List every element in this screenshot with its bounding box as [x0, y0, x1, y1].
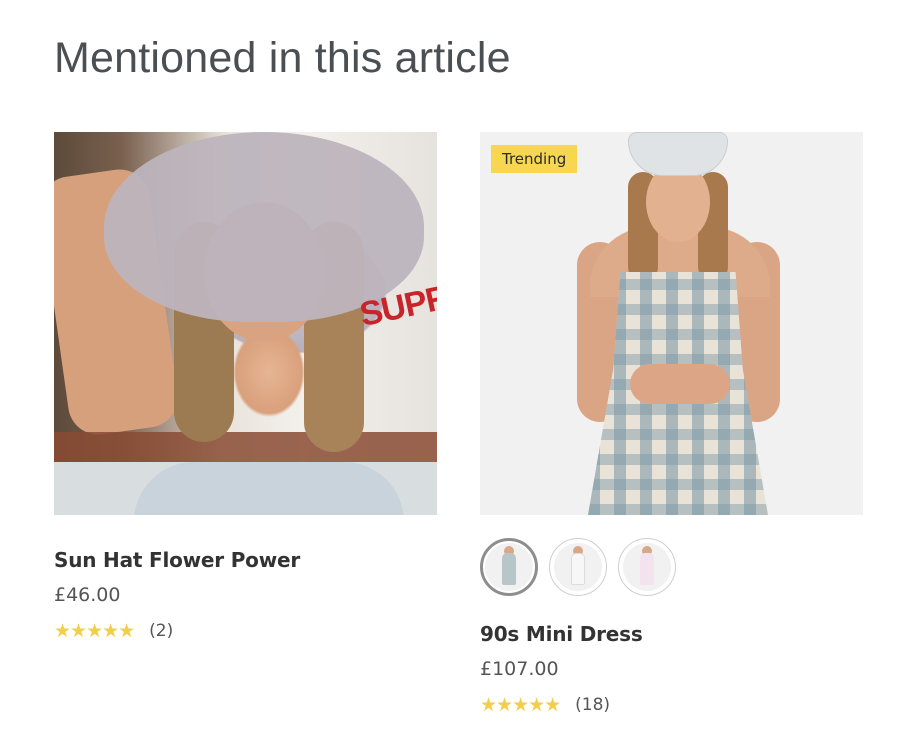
product-rating[interactable]: ★★★★★ (18)	[480, 694, 863, 716]
photo-hands	[630, 364, 730, 404]
section-title: Mentioned in this article	[54, 34, 511, 82]
review-count: (2)	[149, 621, 174, 641]
product-card-sun-hat[interactable]: SUPREM Sun Hat Flower Power £46.00 ★★★★★…	[54, 132, 437, 642]
star-rating-icon: ★★★★★	[54, 620, 135, 642]
swatch-thumbnail	[554, 543, 602, 591]
photo-model-top	[134, 462, 404, 515]
product-price: £107.00	[480, 658, 559, 680]
swatch-thumbnail	[623, 543, 671, 591]
product-title[interactable]: Sun Hat Flower Power	[54, 548, 437, 572]
swatch-thumbnail	[485, 543, 533, 591]
swatch-blue-check[interactable]	[480, 538, 538, 596]
color-swatches	[480, 538, 863, 597]
product-rating[interactable]: ★★★★★ (2)	[54, 620, 437, 642]
trending-badge: Trending	[491, 145, 578, 173]
swatch-pink[interactable]	[618, 538, 676, 596]
product-price: £46.00	[54, 584, 121, 606]
review-count: (18)	[575, 695, 611, 715]
product-title[interactable]: 90s Mini Dress	[480, 622, 863, 646]
photo-van-stripe	[54, 432, 437, 462]
product-image[interactable]: SUPREM	[54, 132, 437, 515]
star-rating-icon: ★★★★★	[480, 694, 561, 716]
swatch-white[interactable]	[549, 538, 607, 596]
photo-bucket-hat	[628, 132, 728, 176]
product-card-mini-dress[interactable]: Trending 90s Mini Dress £107.00 ★★★★★ (1…	[480, 132, 863, 716]
product-image[interactable]: Trending	[480, 132, 863, 515]
